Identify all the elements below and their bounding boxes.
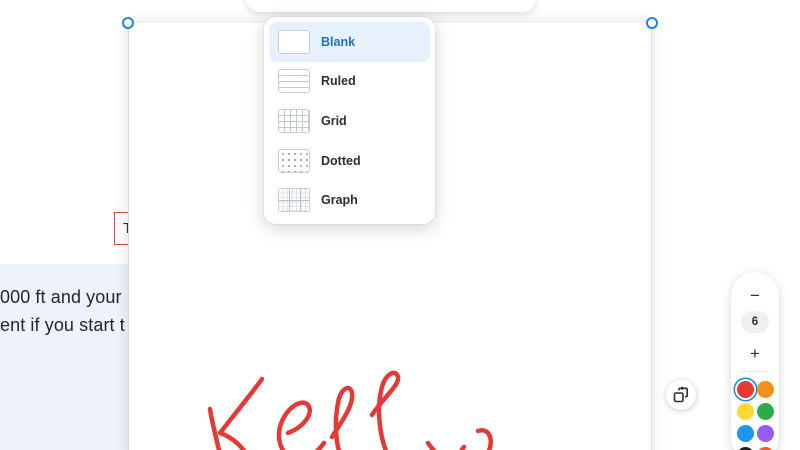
grid-template-icon bbox=[278, 108, 310, 133]
duplicate-icon bbox=[673, 386, 688, 403]
template-option-label: Graph bbox=[321, 193, 358, 208]
resize-handle-top-left[interactable] bbox=[122, 17, 134, 29]
template-option-grid[interactable]: Grid bbox=[269, 101, 430, 141]
pen-settings-panel: − 6 + bbox=[731, 272, 779, 450]
template-option-graph[interactable]: Graph bbox=[269, 180, 430, 220]
background-text-line: ent if you start t bbox=[0, 315, 125, 335]
paper-template-menu: Blank Ruled Grid Dotted Graph bbox=[264, 17, 435, 224]
color-swatch[interactable] bbox=[757, 425, 774, 442]
increase-size-button[interactable]: + bbox=[743, 342, 767, 366]
template-option-dotted[interactable]: Dotted bbox=[269, 141, 430, 181]
template-option-label: Grid bbox=[321, 113, 347, 128]
duplicate-page-button[interactable] bbox=[666, 380, 696, 410]
template-option-label: Blank bbox=[321, 34, 356, 49]
panel-divider bbox=[741, 371, 769, 372]
color-swatch[interactable] bbox=[737, 381, 754, 398]
template-option-ruled[interactable]: Ruled bbox=[269, 62, 430, 102]
dotted-template-icon bbox=[278, 148, 310, 173]
resize-handle-top-right[interactable] bbox=[646, 17, 658, 29]
background-text-line: 000 ft and your bbox=[0, 287, 122, 307]
background-text-panel: 000 ft and your ent if you start t bbox=[0, 264, 140, 450]
graph-template-icon bbox=[278, 188, 310, 213]
color-swatch[interactable] bbox=[737, 403, 754, 420]
decrease-size-button[interactable]: − bbox=[743, 284, 767, 308]
ruled-template-icon bbox=[278, 69, 310, 94]
stroke-size-value: 6 bbox=[741, 311, 769, 333]
color-swatch[interactable] bbox=[757, 381, 774, 398]
color-swatch[interactable] bbox=[757, 403, 774, 420]
template-option-label: Dotted bbox=[321, 153, 361, 168]
top-toolbar bbox=[246, 0, 536, 12]
template-option-blank[interactable]: Blank bbox=[269, 22, 430, 62]
color-swatch[interactable] bbox=[737, 425, 754, 442]
template-option-label: Ruled bbox=[321, 74, 356, 89]
blank-template-icon bbox=[278, 29, 310, 54]
